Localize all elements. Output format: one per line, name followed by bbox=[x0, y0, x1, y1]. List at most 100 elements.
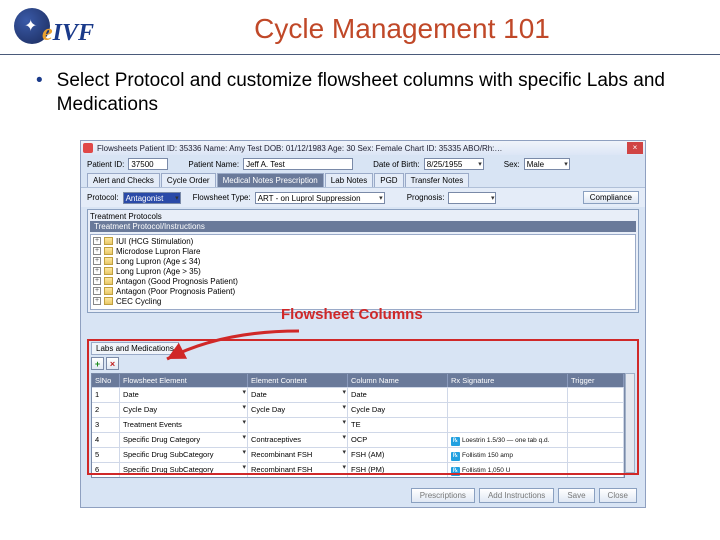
patient-id-label: Patient ID: bbox=[87, 160, 124, 169]
protocol-tree[interactable]: + IUI (HCG Stimulation) +Microdose Lupron… bbox=[90, 234, 636, 310]
tree-item[interactable]: +Long Lupron (Age > 35) bbox=[93, 266, 633, 276]
cell-content[interactable] bbox=[248, 417, 348, 432]
expand-icon[interactable]: + bbox=[93, 237, 101, 245]
add-button[interactable]: + bbox=[91, 357, 104, 370]
expand-icon[interactable]: + bbox=[93, 277, 101, 285]
dob-field[interactable]: 8/25/1955 bbox=[424, 158, 484, 170]
cell-element[interactable]: Treatment Events bbox=[120, 417, 248, 432]
cell-column-name[interactable]: Cycle Day bbox=[348, 402, 448, 417]
cell-trigger[interactable] bbox=[568, 417, 624, 432]
cell-column-name[interactable]: Date bbox=[348, 387, 448, 402]
col-name[interactable]: Column Name bbox=[348, 374, 448, 387]
folder-icon bbox=[104, 247, 113, 255]
tab-medical-notes[interactable]: Medical Notes Prescription bbox=[217, 173, 324, 187]
table-row[interactable]: 6Specific Drug SubCategoryRecombinant FS… bbox=[92, 462, 624, 477]
cell-element[interactable]: Specific Drug SubCategory bbox=[120, 462, 248, 477]
folder-icon bbox=[104, 267, 113, 275]
prescriptions-button[interactable]: Prescriptions bbox=[411, 488, 475, 503]
rx-icon: ℞ bbox=[451, 437, 460, 446]
cell-slno: 3 bbox=[92, 417, 120, 432]
tree-item[interactable]: +Antagon (Poor Prognosis Patient) bbox=[93, 286, 633, 296]
cell-rx[interactable]: ℞Loestrin 1.5/30 — one tab q.d. bbox=[448, 432, 568, 447]
cell-content[interactable]: Recombinant FSH bbox=[248, 462, 348, 477]
flowsheet-grid[interactable]: SlNo Flowsheet Element Element Content C… bbox=[91, 373, 625, 478]
save-button[interactable]: Save bbox=[558, 488, 594, 503]
cell-content[interactable]: Cycle Day bbox=[248, 402, 348, 417]
delete-button[interactable]: × bbox=[106, 357, 119, 370]
cell-rx[interactable]: ℞Follistim 1,050 U bbox=[448, 462, 568, 477]
table-row[interactable]: 3Treatment Events TE bbox=[92, 417, 624, 432]
cell-trigger[interactable] bbox=[568, 402, 624, 417]
cell-trigger[interactable] bbox=[568, 432, 624, 447]
tab-pgd[interactable]: PGD bbox=[374, 173, 403, 187]
cell-element[interactable]: Specific Drug SubCategory bbox=[120, 447, 248, 462]
cell-trigger[interactable] bbox=[568, 447, 624, 462]
tab-lab-notes[interactable]: Lab Notes bbox=[325, 173, 373, 187]
cell-content[interactable]: Contraceptives bbox=[248, 432, 348, 447]
cell-element[interactable]: Cycle Day bbox=[120, 402, 248, 417]
prognosis-select[interactable] bbox=[448, 192, 496, 204]
col-rx[interactable]: Rx Signature bbox=[448, 374, 568, 387]
treatment-protocol-instructions-header: Treatment Protocol/Instructions bbox=[90, 221, 636, 232]
cell-column-name[interactable]: OCP bbox=[348, 432, 448, 447]
cell-rx[interactable] bbox=[448, 402, 568, 417]
tree-item[interactable]: +Microdose Lupron Flare bbox=[93, 246, 633, 256]
cell-element[interactable]: Specific Drug Category bbox=[120, 432, 248, 447]
folder-icon bbox=[104, 297, 113, 305]
cell-trigger[interactable] bbox=[568, 387, 624, 402]
cell-column-name[interactable]: TE bbox=[348, 417, 448, 432]
slide-bullet: • Select Protocol and customize flowshee… bbox=[0, 55, 720, 127]
cell-trigger[interactable] bbox=[568, 462, 624, 477]
table-row[interactable]: 4Specific Drug CategoryContraceptivesOCP… bbox=[92, 432, 624, 447]
protocol-bar: Protocol: Antagonist Flowsheet Type: ART… bbox=[81, 187, 645, 207]
tree-label: IUI (HCG Stimulation) bbox=[116, 237, 193, 246]
tab-cycle-order[interactable]: Cycle Order bbox=[161, 173, 216, 187]
patient-name-label: Patient Name: bbox=[188, 160, 239, 169]
tree-item[interactable]: + CEC Cycling bbox=[93, 296, 633, 306]
col-element[interactable]: Flowsheet Element bbox=[120, 374, 248, 387]
tree-item[interactable]: + IUI (HCG Stimulation) bbox=[93, 236, 633, 246]
table-row[interactable]: 5Specific Drug SubCategoryRecombinant FS… bbox=[92, 447, 624, 462]
cell-content[interactable]: Date bbox=[248, 387, 348, 402]
expand-icon[interactable]: + bbox=[93, 257, 101, 265]
expand-icon[interactable]: + bbox=[93, 287, 101, 295]
protocol-select[interactable]: Antagonist bbox=[123, 192, 181, 204]
labs-toolbar: + × bbox=[91, 357, 119, 370]
cell-column-name[interactable]: FSH (PM) bbox=[348, 462, 448, 477]
cell-rx[interactable] bbox=[448, 387, 568, 402]
app-icon bbox=[83, 143, 93, 153]
cell-rx[interactable]: ℞Follistim 150 amp bbox=[448, 447, 568, 462]
expand-icon[interactable]: + bbox=[93, 247, 101, 255]
close-button[interactable]: Close bbox=[599, 488, 637, 503]
patient-name-field[interactable]: Jeff A. Test bbox=[243, 158, 353, 170]
col-trigger[interactable]: Trigger bbox=[568, 374, 624, 387]
cell-rx[interactable] bbox=[448, 417, 568, 432]
cell-content[interactable]: Recombinant FSH bbox=[248, 447, 348, 462]
expand-icon[interactable]: + bbox=[93, 297, 101, 305]
tree-label: CEC Cycling bbox=[116, 297, 161, 306]
add-instructions-button[interactable]: Add Instructions bbox=[479, 488, 554, 503]
table-row[interactable]: 2Cycle DayCycle DayCycle Day bbox=[92, 402, 624, 417]
tab-transfer-notes[interactable]: Transfer Notes bbox=[405, 173, 470, 187]
patient-id-field[interactable]: 37500 bbox=[128, 158, 168, 170]
grid-scrollbar[interactable] bbox=[625, 373, 635, 473]
folder-icon bbox=[104, 237, 113, 245]
expand-icon[interactable]: + bbox=[93, 267, 101, 275]
flowtype-select[interactable]: ART - on Luprol Suppression bbox=[255, 192, 385, 204]
col-slno[interactable]: SlNo bbox=[92, 374, 120, 387]
tree-label: Antagon (Good Prognosis Patient) bbox=[116, 277, 238, 286]
rx-icon: ℞ bbox=[451, 452, 460, 461]
bullet-dot: • bbox=[36, 69, 43, 117]
table-row[interactable]: 1DateDateDate bbox=[92, 387, 624, 402]
sex-field[interactable]: Male bbox=[524, 158, 570, 170]
compliance-button[interactable]: Compliance bbox=[583, 191, 639, 204]
col-content[interactable]: Element Content bbox=[248, 374, 348, 387]
slide-title: Cycle Management 101 bbox=[104, 13, 700, 45]
tree-item[interactable]: +Long Lupron (Age ≤ 34) bbox=[93, 256, 633, 266]
cell-element[interactable]: Date bbox=[120, 387, 248, 402]
tree-item[interactable]: + Antagon (Good Prognosis Patient) bbox=[93, 276, 633, 286]
close-icon[interactable]: × bbox=[627, 142, 643, 154]
cell-column-name[interactable]: FSH (AM) bbox=[348, 447, 448, 462]
logo-text: eIVF bbox=[42, 20, 94, 47]
tab-alerts[interactable]: Alert and Checks bbox=[87, 173, 160, 187]
